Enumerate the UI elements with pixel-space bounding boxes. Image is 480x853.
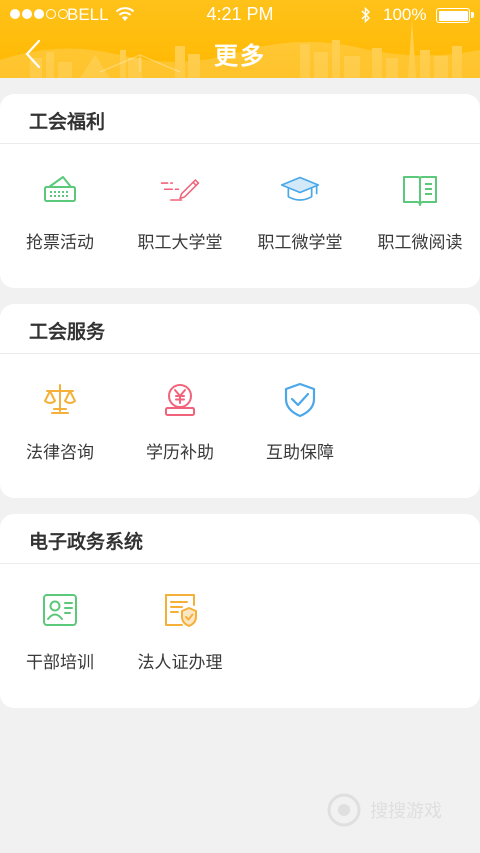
menu-item-legal-consultation[interactable]: 法律咨询 xyxy=(0,354,120,498)
section-union-services: 工会服务 法律咨询 学历补助 互助保障 xyxy=(0,304,480,498)
menu-item-mutual-protection[interactable]: 互助保障 xyxy=(240,354,360,498)
menu-item-label: 干部培训 xyxy=(26,653,94,673)
menu-item-ticket-activity[interactable]: 抢票活动 xyxy=(0,144,120,288)
menu-item-label: 抢票活动 xyxy=(26,233,94,253)
book-icon xyxy=(403,176,437,206)
id-card-icon xyxy=(43,594,77,626)
section-title: 工会福利 xyxy=(0,94,480,144)
section-title: 电子政务系统 xyxy=(0,514,480,564)
pen-icon xyxy=(160,179,200,201)
menu-item-label: 法律咨询 xyxy=(26,443,94,463)
menu-item-label: 学历补助 xyxy=(146,443,214,463)
yuan-coin-icon xyxy=(165,384,195,416)
section-e-government: 电子政务系统 干部培训 法人证办理 xyxy=(0,514,480,708)
menu-item-label: 法人证办理 xyxy=(137,653,223,673)
bluetooth-icon xyxy=(361,6,370,24)
menu-item-label: 职工大学堂 xyxy=(137,233,223,253)
scales-icon xyxy=(44,384,76,414)
graduation-cap-icon xyxy=(280,176,320,201)
menu-item-label: 互助保障 xyxy=(266,443,334,463)
watermark-text: 搜搜游戏 xyxy=(370,801,442,822)
section-union-benefits: 工会福利 抢票活动 职工大学堂 职工微学堂 职工微阅读 xyxy=(0,94,480,288)
certificate-icon xyxy=(165,594,197,627)
menu-item-label: 职工微阅读 xyxy=(377,233,463,253)
watermark: 搜搜游戏 xyxy=(326,792,442,828)
menu-item-workers-university[interactable]: 职工大学堂 xyxy=(120,144,240,288)
section-title: 工会服务 xyxy=(0,304,480,354)
status-bar: BELL 4:21 PM 100% xyxy=(0,0,480,30)
battery-percentage: 100% xyxy=(383,5,427,24)
menu-item-label: 职工微学堂 xyxy=(257,233,343,253)
ticket-icon xyxy=(44,176,76,202)
menu-item-workers-micro-reading[interactable]: 职工微阅读 xyxy=(360,144,480,288)
page-title: 更多 xyxy=(214,42,266,70)
menu-item-legal-person-certificate[interactable]: 法人证办理 xyxy=(120,564,240,708)
watermark-logo-icon xyxy=(327,793,361,827)
header-bar: BELL 4:21 PM 100% 更多 xyxy=(0,0,480,78)
battery-icon xyxy=(436,8,470,23)
menu-item-cadre-training[interactable]: 干部培训 xyxy=(0,564,120,708)
menu-item-workers-micro-class[interactable]: 职工微学堂 xyxy=(240,144,360,288)
shield-check-icon xyxy=(284,382,316,418)
menu-item-education-subsidy[interactable]: 学历补助 xyxy=(120,354,240,498)
